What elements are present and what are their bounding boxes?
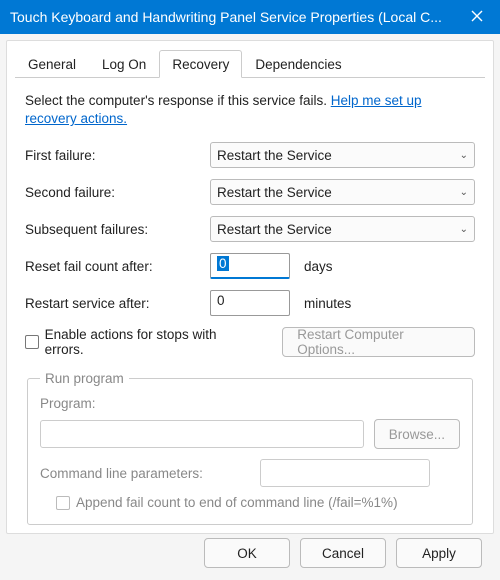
chevron-down-icon: ⌄	[460, 187, 468, 198]
first-failure-select[interactable]: Restart the Service ⌄	[210, 142, 475, 168]
tab-dependencies[interactable]: Dependencies	[242, 50, 354, 78]
browse-button[interactable]: Browse...	[374, 419, 460, 449]
tab-label: General	[28, 57, 76, 72]
restart-computer-options-button[interactable]: Restart Computer Options...	[282, 327, 475, 357]
input-value: 0	[217, 293, 225, 308]
tab-general[interactable]: General	[15, 50, 89, 78]
tab-recovery[interactable]: Recovery	[159, 50, 242, 78]
client-area: General Log On Recovery Dependencies Sel…	[6, 40, 494, 534]
reset-count-label: Reset fail count after:	[25, 259, 210, 274]
append-fail-checkbox[interactable]: Append fail count to end of command line…	[56, 495, 460, 510]
tab-content: Select the computer's response if this s…	[15, 78, 485, 535]
cancel-button[interactable]: Cancel	[300, 538, 386, 568]
chevron-down-icon: ⌄	[460, 150, 468, 161]
input-value: 0	[217, 256, 229, 271]
reset-count-input[interactable]: 0	[210, 253, 290, 279]
tab-log-on[interactable]: Log On	[89, 50, 159, 78]
subsequent-failures-label: Subsequent failures:	[25, 222, 210, 237]
tab-label: Dependencies	[255, 57, 341, 72]
cmd-params-input[interactable]	[260, 459, 430, 487]
checkbox-label: Append fail count to end of command line…	[76, 495, 398, 510]
close-icon	[471, 9, 483, 26]
dialog-footer: OK Cancel Apply	[196, 530, 490, 576]
chevron-down-icon: ⌄	[460, 224, 468, 235]
intro-plain: Select the computer's response if this s…	[25, 93, 331, 108]
apply-button[interactable]: Apply	[396, 538, 482, 568]
first-failure-label: First failure:	[25, 148, 210, 163]
intro-text: Select the computer's response if this s…	[25, 92, 475, 128]
select-value: Restart the Service	[217, 185, 332, 200]
tab-label: Recovery	[172, 57, 229, 72]
program-label: Program:	[40, 396, 460, 411]
checkbox-label: Enable actions for stops with errors.	[45, 327, 253, 357]
close-button[interactable]	[454, 0, 500, 34]
select-value: Restart the Service	[217, 148, 332, 163]
restart-after-label: Restart service after:	[25, 296, 210, 311]
restart-after-input[interactable]: 0	[210, 290, 290, 316]
checkbox-icon	[25, 335, 39, 349]
ok-button[interactable]: OK	[204, 538, 290, 568]
enable-actions-checkbox[interactable]: Enable actions for stops with errors.	[25, 327, 252, 357]
reset-count-unit: days	[304, 259, 333, 274]
program-input[interactable]	[40, 420, 364, 448]
run-program-group: Run program Program: Browse... Command l…	[27, 371, 473, 525]
checkbox-icon	[56, 496, 70, 510]
select-value: Restart the Service	[217, 222, 332, 237]
tab-label: Log On	[102, 57, 146, 72]
run-program-legend: Run program	[40, 371, 129, 386]
titlebar: Touch Keyboard and Handwriting Panel Ser…	[0, 0, 500, 34]
second-failure-label: Second failure:	[25, 185, 210, 200]
cmd-params-label: Command line parameters:	[40, 466, 250, 481]
second-failure-select[interactable]: Restart the Service ⌄	[210, 179, 475, 205]
window-title: Touch Keyboard and Handwriting Panel Ser…	[10, 9, 442, 25]
restart-after-unit: minutes	[304, 296, 351, 311]
subsequent-failures-select[interactable]: Restart the Service ⌄	[210, 216, 475, 242]
tab-strip: General Log On Recovery Dependencies	[15, 49, 485, 78]
